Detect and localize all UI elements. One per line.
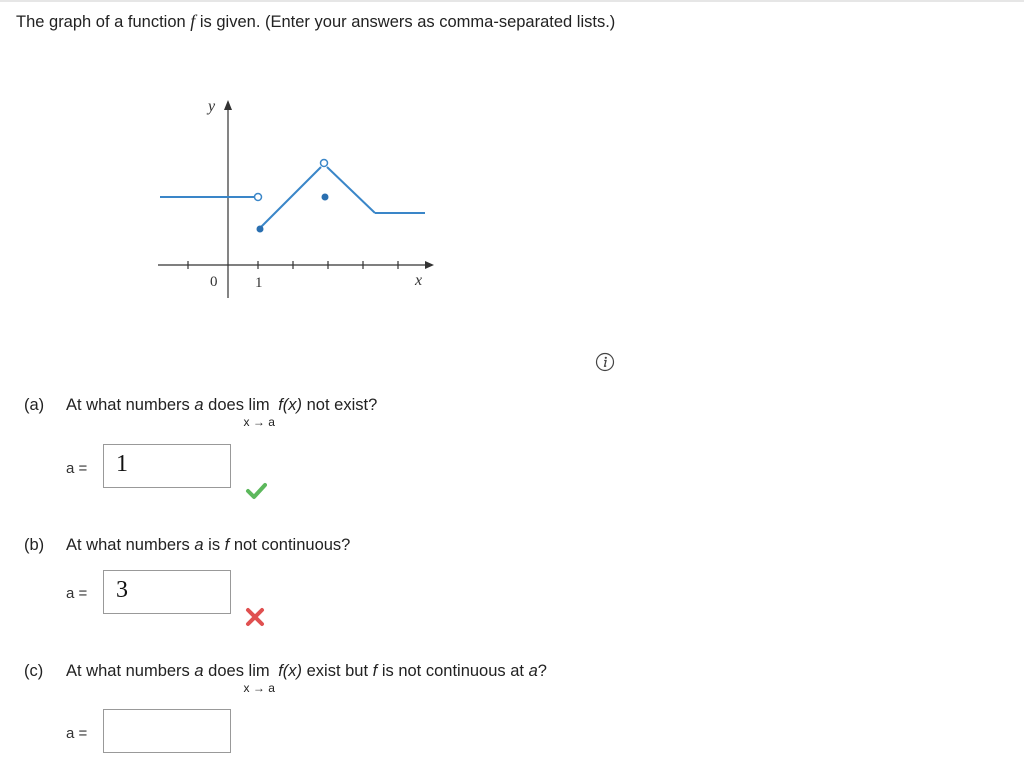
function-graph: y x 0 1 — [158, 98, 434, 298]
check-icon — [246, 483, 267, 499]
part-label-a: (a) — [24, 396, 45, 414]
x-axis-label: x — [414, 272, 422, 289]
open-point-3 — [319, 158, 329, 168]
tick-label-0: 0 — [210, 274, 218, 290]
answer-label-c: a = — [66, 725, 88, 742]
problem-prompt: The graph of a function f is given. (Ent… — [16, 11, 616, 31]
answer-label-b: a = — [66, 585, 88, 602]
graph-segment-rising — [259, 166, 322, 229]
question-c: (c) At what numbers a does lim x → a f(x) … — [24, 662, 547, 695]
limit-notation-a: lim x → a — [243, 396, 275, 429]
tick-label-1: 1 — [255, 275, 263, 291]
closed-point-1 — [256, 225, 264, 233]
answer-input-b[interactable]: 3 — [103, 570, 231, 614]
limit-notation-c: lim x → a — [243, 662, 275, 695]
open-point-1 — [253, 192, 263, 202]
x-axis-arrow — [425, 261, 434, 269]
closed-point-3 — [321, 193, 329, 201]
graph-segment-falling — [326, 166, 376, 214]
cross-icon — [246, 608, 264, 626]
question-a: (a) At what numbers a does lim x → a f(x) … — [24, 396, 378, 429]
y-axis-label: y — [206, 98, 216, 115]
info-icon[interactable] — [595, 352, 615, 372]
y-axis-arrow — [224, 100, 232, 110]
part-label-c: (c) — [24, 662, 44, 680]
question-b: (b) At what numbers a is f not continuous… — [24, 536, 351, 554]
answer-label-a: a = — [66, 460, 88, 477]
answer-input-c[interactable] — [103, 709, 231, 753]
answer-input-a[interactable]: 1 — [103, 444, 231, 488]
top-divider — [0, 0, 1024, 2]
part-label-b: (b) — [24, 536, 45, 554]
